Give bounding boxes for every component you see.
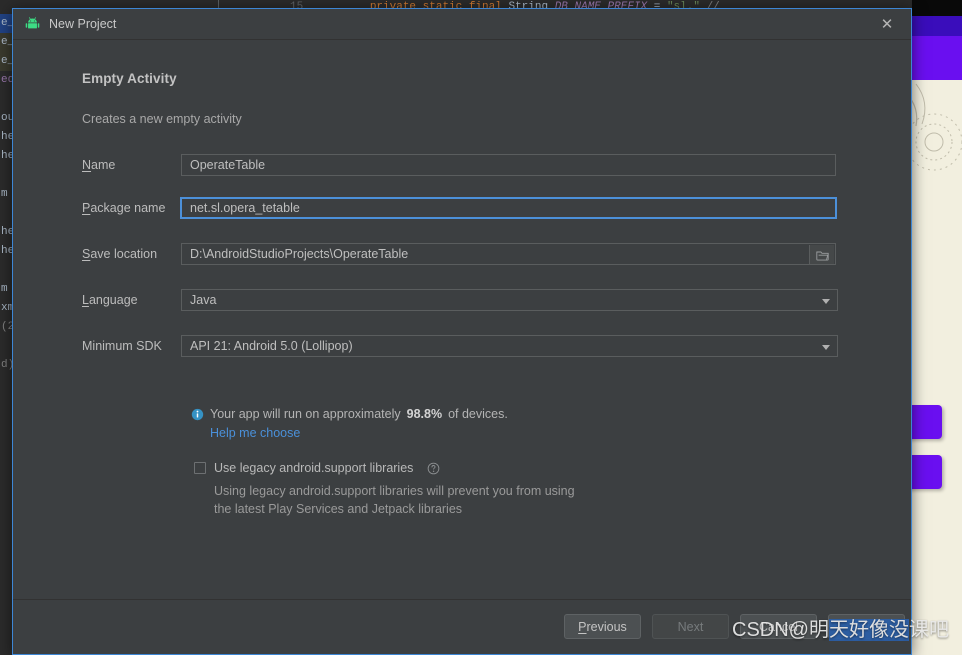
question-mark-icon[interactable]	[427, 462, 440, 475]
preview-button-2	[912, 455, 942, 489]
package-name-input[interactable]: net.sl.opera_tetable	[180, 197, 837, 219]
finish-button-label: Finish	[849, 619, 884, 634]
language-label: Language	[82, 289, 182, 311]
close-icon[interactable]: ✕	[873, 9, 901, 39]
next-button: Next	[652, 614, 729, 639]
language-label-rest: anguage	[88, 293, 138, 307]
preview-app-bar	[912, 36, 962, 80]
chevron-down-icon[interactable]	[816, 337, 836, 356]
next-button-label: Next	[677, 619, 704, 634]
dialog-title: New Project	[49, 17, 117, 31]
minimum-sdk-label-rest: Minimum SDK	[82, 339, 162, 353]
previous-button-label: revious	[586, 619, 627, 634]
device-coverage-info: Your app will run on approximately 98.8%…	[191, 407, 508, 421]
language-select[interactable]: Java	[181, 289, 838, 311]
language-label-mnemonic: L	[82, 293, 89, 307]
preview-status-bar	[912, 0, 962, 16]
legacy-libraries-label: Use legacy android.support libraries	[214, 461, 414, 475]
cancel-button-label: Cancel	[759, 619, 798, 634]
preview-app-bar-dark	[912, 16, 962, 36]
save-location-value: D:\AndroidStudioProjects\OperateTable	[190, 247, 409, 261]
name-label: Name	[82, 154, 182, 176]
chevron-down-icon[interactable]	[816, 291, 836, 310]
dialog-titlebar[interactable]: New Project ✕	[13, 9, 911, 40]
name-label-mnemonic: N	[82, 158, 92, 172]
minimum-sdk-select[interactable]: API 21: Android 5.0 (Lollipop)	[181, 335, 838, 357]
save-location-input[interactable]: D:\AndroidStudioProjects\OperateTable	[181, 243, 836, 265]
name-label-rest: ame	[91, 158, 116, 172]
device-coverage-text-before: Your app will run on approximately	[210, 407, 401, 421]
language-selected-value: Java	[190, 293, 217, 307]
preview-button-1	[912, 405, 942, 439]
legacy-libraries-description-line2: the latest Play Services and Jetpack lib…	[214, 502, 463, 516]
field-row-save-location: Save location D:\AndroidStudioProjects\O…	[13, 243, 911, 265]
previous-button-mnemonic: P	[578, 619, 587, 634]
dialog-body: Empty Activity Creates a new empty activ…	[13, 40, 911, 600]
info-icon	[191, 408, 204, 421]
device-coverage-text-after: of devices.	[448, 407, 508, 421]
package-name-label: Package name	[82, 197, 182, 219]
legacy-libraries-description-line1: Using legacy android.support libraries w…	[214, 484, 575, 498]
folder-icon[interactable]	[809, 245, 834, 264]
name-input[interactable]: OperateTable	[181, 154, 836, 176]
legacy-libraries-description: Using legacy android.support libraries w…	[214, 482, 644, 518]
field-row-minimum-sdk: Minimum SDK API 21: Android 5.0 (Lollipo…	[13, 335, 911, 357]
finish-button[interactable]: Finish	[828, 614, 905, 639]
minimum-sdk-selected-value: API 21: Android 5.0 (Lollipop)	[190, 339, 353, 353]
minimum-sdk-label: Minimum SDK	[82, 335, 182, 357]
save-location-label: Save location	[82, 243, 182, 265]
field-row-language: Language Java	[13, 289, 911, 311]
new-project-dialog: New Project ✕ Empty Activity Creates a n…	[12, 8, 912, 655]
device-coverage-percentage: 98.8%	[406, 407, 443, 421]
page-subtitle: Creates a new empty activity	[82, 112, 242, 126]
previous-button[interactable]: Previous	[564, 614, 641, 639]
dialog-footer: Previous Next Cancel Finish	[13, 599, 911, 654]
android-robot-icon	[24, 16, 41, 33]
field-row-package-name: Package name net.sl.opera_tetable	[13, 197, 911, 219]
page-title: Empty Activity	[82, 71, 177, 86]
legacy-libraries-checkbox-row[interactable]: Use legacy android.support libraries	[194, 461, 440, 475]
legacy-libraries-checkbox[interactable]	[194, 462, 206, 474]
save-location-label-rest: ave location	[90, 247, 158, 261]
cancel-button[interactable]: Cancel	[740, 614, 817, 639]
package-name-label-rest: ackage name	[90, 201, 166, 215]
layout-preview-pane	[912, 0, 962, 655]
field-row-name: Name OperateTable	[13, 154, 911, 176]
help-me-choose-link[interactable]: Help me choose	[210, 426, 300, 440]
preview-artwork-icon	[912, 83, 962, 171]
